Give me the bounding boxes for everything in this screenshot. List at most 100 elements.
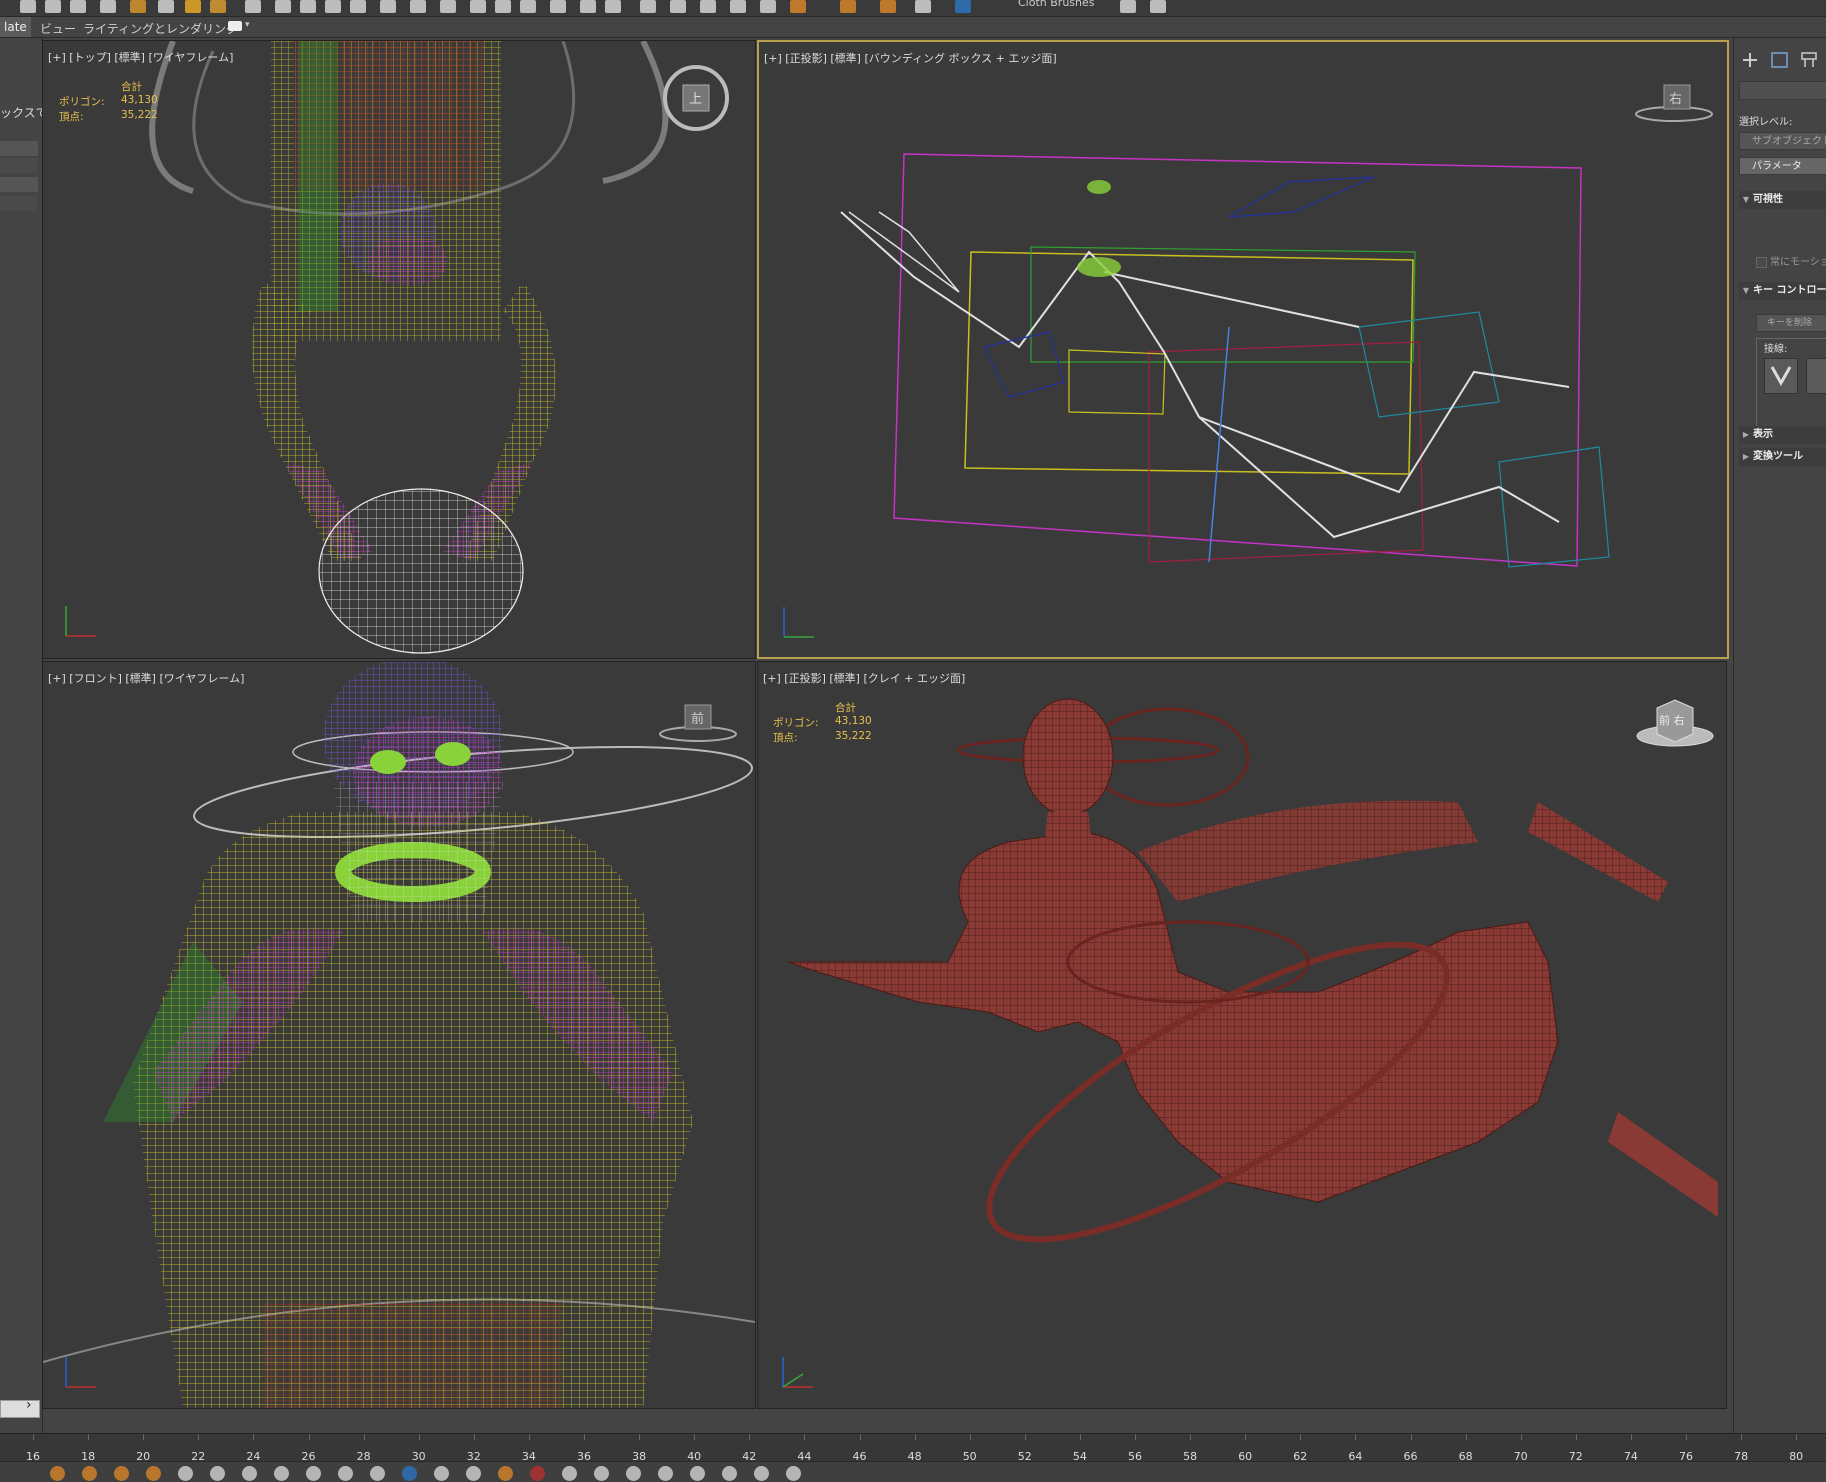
schematic-view-icon[interactable] — [730, 0, 746, 13]
align-icon[interactable] — [605, 0, 621, 13]
explorer-row[interactable] — [0, 158, 38, 173]
explorer-row[interactable] — [0, 141, 38, 156]
view-cube-face[interactable]: 前 — [691, 708, 704, 727]
status-tool-icon[interactable] — [786, 1466, 801, 1481]
explorer-row[interactable] — [0, 196, 38, 211]
pivot-icon[interactable] — [410, 0, 426, 13]
status-tool-icon[interactable] — [370, 1466, 385, 1481]
rendered-frame-icon[interactable] — [840, 0, 856, 13]
cloth-brushes-label[interactable]: Cloth Brushes — [1018, 0, 1095, 9]
percent-snap-icon[interactable] — [495, 0, 511, 13]
move-icon[interactable] — [300, 0, 316, 13]
create-tab-icon[interactable] — [1739, 50, 1761, 70]
view-cube[interactable]: 前 — [658, 700, 738, 748]
redo-icon[interactable] — [45, 0, 61, 13]
select-by-name-icon[interactable] — [210, 0, 226, 13]
status-tool-icon[interactable] — [626, 1466, 641, 1481]
menu-item-lighting-rendering[interactable]: ライティングとレンダリング — [83, 20, 238, 37]
select-filter-icon[interactable] — [158, 0, 174, 13]
status-tool-icon[interactable] — [242, 1466, 257, 1481]
status-tool-icon[interactable] — [466, 1466, 481, 1481]
status-tool-icon[interactable] — [402, 1466, 417, 1481]
viewport-right[interactable]: [+] [正投影] [標準] [バウンディング ボックス + エッジ面] 右 — [757, 40, 1729, 659]
reference-coordinate-icon[interactable] — [380, 0, 396, 13]
snap-icon[interactable] — [440, 0, 456, 13]
key-controls-rollout[interactable]: ▼ キー コントロー — [1739, 282, 1826, 300]
chevron-down-icon[interactable]: ▾ — [245, 20, 250, 30]
explorer-row[interactable] — [0, 177, 38, 192]
status-tool-icon[interactable] — [658, 1466, 673, 1481]
link-icon[interactable] — [70, 0, 86, 13]
transform-tools-rollout[interactable]: ▶ 変換ツール — [1739, 448, 1826, 466]
timeline-trackbar[interactable]: 16 18 20 22 24 26 28 30 32 34 36 38 40 42 44 46 48 50 52 54… — [0, 1433, 1826, 1463]
monitor-dropdown-icon[interactable] — [228, 21, 242, 31]
status-tool-icon[interactable] — [178, 1466, 193, 1481]
display-rollout[interactable]: ▶ 表示 — [1739, 426, 1826, 444]
status-tool-icon[interactable] — [82, 1466, 97, 1481]
status-tool-icon[interactable] — [210, 1466, 225, 1481]
layer-icon[interactable] — [640, 0, 656, 13]
tangent-type-button[interactable] — [1764, 358, 1798, 394]
status-tool-icon[interactable] — [562, 1466, 577, 1481]
select-region-icon[interactable] — [245, 0, 261, 13]
expand-panel-button[interactable] — [0, 1400, 40, 1418]
visibility-rollout[interactable]: ▼ 可視性 — [1739, 191, 1826, 209]
scale-icon[interactable] — [350, 0, 366, 13]
select-object-icon[interactable] — [185, 0, 201, 13]
viewport-label[interactable]: [+] [正投影] [標準] [バウンディング ボックス + エッジ面] — [764, 50, 1057, 66]
scene-explorer-icon[interactable] — [670, 0, 686, 13]
window-crossing-icon[interactable] — [275, 0, 291, 13]
status-tool-icon[interactable] — [754, 1466, 769, 1481]
status-tool-icon[interactable] — [498, 1466, 513, 1481]
view-cube-face[interactable]: 上 — [689, 88, 702, 107]
mirror-icon[interactable] — [580, 0, 596, 13]
view-cube-face[interactable]: 前 右 — [1659, 712, 1685, 728]
status-tool-icon[interactable] — [306, 1466, 321, 1481]
arnold-icon[interactable] — [915, 0, 931, 13]
status-tool-icon[interactable] — [114, 1466, 129, 1481]
menu-item-view[interactable]: ビュー — [40, 20, 76, 37]
named-selection-icon[interactable] — [550, 0, 566, 13]
view-cube[interactable]: 右 — [1634, 80, 1714, 128]
list-icon-2[interactable] — [1150, 0, 1166, 13]
list-icon[interactable] — [1120, 0, 1136, 13]
object-name-field[interactable] — [1739, 81, 1826, 100]
curve-editor-icon[interactable] — [700, 0, 716, 13]
viewport-top[interactable]: [+] [トップ] [標準] [ワイヤフレーム] 合計 ポリゴン: 43,130… — [42, 40, 756, 659]
status-tool-icon[interactable] — [722, 1466, 737, 1481]
parameters-button[interactable]: パラメータ — [1739, 157, 1826, 175]
status-tool-icon[interactable] — [690, 1466, 705, 1481]
view-cube[interactable]: 前 右 — [1635, 694, 1715, 750]
view-cube[interactable]: 上 — [661, 63, 731, 133]
viewport-label[interactable]: [+] [正投影] [標準] [クレイ + エッジ面] — [763, 670, 965, 686]
hierarchy-tab-icon[interactable] — [1799, 50, 1821, 70]
status-tool-icon[interactable] — [274, 1466, 289, 1481]
material-editor-icon[interactable] — [760, 0, 776, 13]
tangent-type-button-2[interactable] — [1806, 358, 1826, 394]
status-tool-icon[interactable] — [530, 1466, 545, 1481]
status-tool-icon[interactable] — [338, 1466, 353, 1481]
viewport-label[interactable]: [+] [フロント] [標準] [ワイヤフレーム] — [48, 670, 244, 686]
render-icon[interactable] — [880, 0, 896, 13]
status-tool-icon[interactable] — [434, 1466, 449, 1481]
bind-space-warp-icon[interactable] — [130, 0, 146, 13]
undo-icon[interactable] — [20, 0, 36, 13]
spinner-snap-icon[interactable] — [520, 0, 536, 13]
status-tool-icon[interactable] — [50, 1466, 65, 1481]
status-tool-icon[interactable] — [146, 1466, 161, 1481]
status-tool-icon[interactable] — [594, 1466, 609, 1481]
viewport-perspective[interactable]: [+] [正投影] [標準] [クレイ + エッジ面] 合計 ポリゴン: 43,… — [757, 661, 1727, 1409]
always-on-motion-checkbox[interactable] — [1756, 257, 1767, 268]
menu-item-template[interactable]: late — [0, 17, 31, 37]
rotate-icon[interactable] — [325, 0, 341, 13]
viewport-front[interactable]: [+] [フロント] [標準] [ワイヤフレーム] 前 — [42, 661, 756, 1409]
chevron-right-icon[interactable]: › — [26, 1397, 32, 1413]
hammer-icon[interactable] — [955, 0, 971, 13]
modify-tab-icon[interactable] — [1769, 50, 1791, 70]
delete-key-button[interactable]: キーを削除 — [1756, 314, 1826, 332]
sub-object-button[interactable]: サブオブジェクト — [1739, 132, 1826, 150]
unlink-icon[interactable] — [100, 0, 116, 13]
angle-snap-icon[interactable] — [470, 0, 486, 13]
render-setup-icon[interactable] — [790, 0, 806, 13]
viewport-label[interactable]: [+] [トップ] [標準] [ワイヤフレーム] — [48, 49, 233, 65]
